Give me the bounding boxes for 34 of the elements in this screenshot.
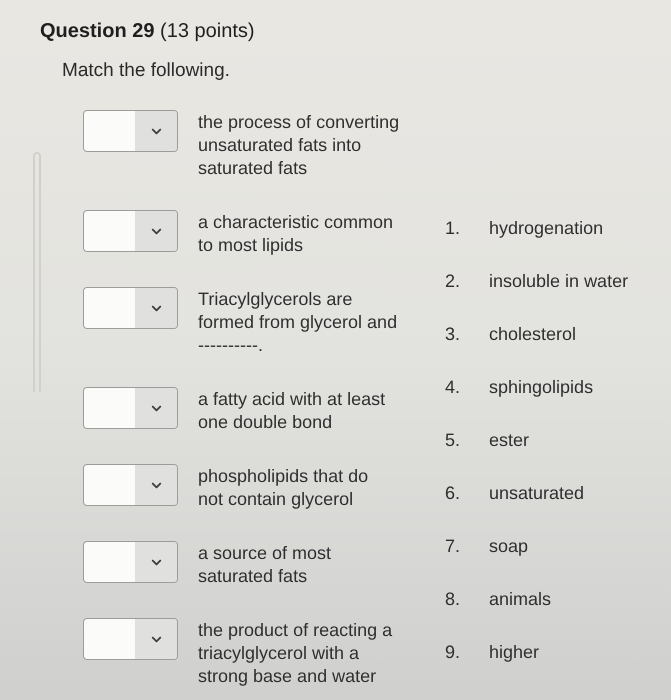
match-prompt: phospholipids that do not contain glycerol: [198, 465, 368, 511]
match-prompt: the product of reacting a triacylglycerol with a strong base and water: [198, 619, 392, 688]
answer-dropdown[interactable]: [83, 110, 178, 152]
answer-text: cholesterol: [489, 323, 576, 346]
answer-number: 6.: [445, 482, 462, 505]
answer-number: 7.: [445, 535, 462, 558]
answer-text: hydrogenation: [489, 217, 604, 240]
answer-text: animals: [489, 588, 552, 611]
match-prompt: a fatty acid with at least one double bond: [198, 388, 386, 434]
answer-dropdown[interactable]: [83, 618, 178, 660]
question-title: Question 29 (13 points): [40, 19, 255, 44]
answer-dropdown[interactable]: [83, 387, 178, 429]
answer-dropdown[interactable]: [83, 210, 178, 252]
match-prompt: a characteristic common to most lipids: [198, 211, 394, 257]
answer-text: ester: [489, 429, 530, 452]
answer-number: 8.: [445, 588, 462, 611]
answer-text: unsaturated: [489, 482, 584, 505]
answer-dropdown[interactable]: [83, 464, 178, 506]
answer-text: higher: [489, 641, 540, 664]
answer-number: 1.: [445, 217, 462, 240]
instruction-text: Match the following.: [62, 59, 230, 83]
answer-number: 2.: [445, 270, 462, 293]
answer-text: sphingolipids: [489, 376, 594, 399]
match-prompt: the process of converting unsaturated fats into saturated fats: [198, 111, 400, 180]
answer-dropdown[interactable]: [83, 287, 178, 329]
answer-text: soap: [489, 535, 528, 558]
answer-dropdown[interactable]: [83, 541, 178, 583]
answer-number: 5.: [445, 429, 462, 452]
answer-text: insoluble in water: [489, 270, 628, 293]
answer-number: 4.: [445, 376, 462, 399]
answer-number: 9.: [445, 641, 462, 664]
answer-number: 3.: [445, 323, 462, 346]
match-prompt: a source of most saturated fats: [198, 542, 332, 588]
match-prompt: Triacylglycerols are formed from glycerol and ----------.: [198, 288, 398, 357]
